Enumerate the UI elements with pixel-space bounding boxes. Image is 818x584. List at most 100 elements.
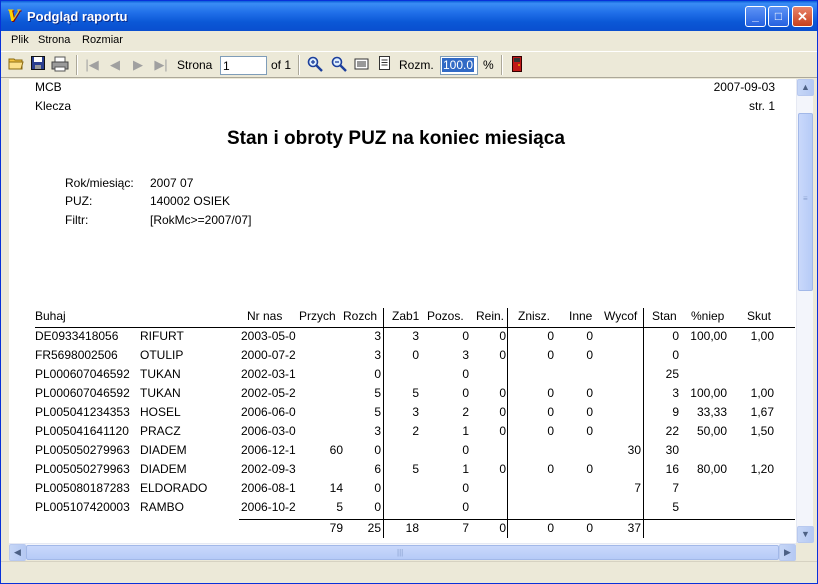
save-icon[interactable]	[29, 56, 47, 74]
table-cell: 0	[462, 367, 469, 381]
table-cell: 25	[665, 367, 679, 381]
table-cell: OTULIP	[140, 348, 184, 362]
company-name: MCB	[35, 80, 62, 94]
table-cell: PRACZ	[140, 424, 181, 438]
table-cell: 30	[665, 443, 679, 457]
table-cell: DE0933418056	[35, 329, 119, 343]
menu-bar: Plik Strona Rozmiar	[1, 31, 817, 50]
toolbar: |◀ ◀ ▶ ▶| Strona of 1 Rozm. 100.0 %	[1, 51, 817, 78]
header-underline	[35, 327, 795, 328]
table-cell: RIFURT	[140, 329, 184, 343]
whole-page-icon[interactable]	[376, 56, 394, 74]
column-header: %niep	[691, 309, 725, 323]
column-header: Zab1	[392, 309, 420, 323]
app-logo-icon: V	[7, 6, 20, 25]
table-cell: 2003-05-0	[241, 329, 296, 343]
menu-strona[interactable]: Strona	[38, 34, 70, 46]
status-bar	[1, 561, 817, 583]
column-header: Nr nas	[247, 309, 283, 323]
table-cell: 0	[374, 443, 381, 457]
column-header: Skut	[747, 309, 772, 323]
scroll-up-icon[interactable]: ▲	[797, 79, 814, 96]
page-number-input[interactable]	[220, 56, 267, 75]
table-cell: HOSEL	[140, 405, 181, 419]
table-cell: 0	[462, 443, 469, 457]
table-cell: RAMBO	[140, 500, 185, 514]
table-cell: 0	[374, 481, 381, 495]
table-cell: 1,00	[750, 329, 774, 343]
toolbar-separator	[501, 55, 503, 75]
table-cell: ELDORADO	[140, 481, 208, 495]
table-cell: TUKAN	[140, 386, 181, 400]
table-cell: 2006-03-0	[241, 424, 296, 438]
table-cell: 0	[586, 405, 593, 419]
toolbar-separator	[76, 55, 78, 75]
table-cell: PL005050279963	[35, 462, 130, 476]
param-label: Rok/miesiąc:	[65, 176, 134, 190]
scroll-down-icon[interactable]: ▼	[797, 526, 814, 543]
close-button[interactable]: ✕	[792, 6, 813, 27]
page-indicator: str. 1	[748, 99, 775, 113]
table-cell: PL005041234353	[35, 405, 130, 419]
table-cell: 5	[672, 500, 679, 514]
prev-page-icon[interactable]: ◀	[106, 56, 124, 74]
window-title: Podgląd raportu	[27, 9, 128, 24]
table-cell: PL005041641120	[35, 424, 129, 438]
column-header: Buhaj	[35, 309, 66, 323]
table-cell: PL005080187283	[35, 481, 130, 495]
scroll-left-icon[interactable]: ◀	[9, 544, 26, 561]
column-header: Przych	[299, 309, 336, 323]
grip-icon: |||	[397, 548, 404, 557]
page-label: Strona	[177, 58, 213, 72]
minimize-button[interactable]: _	[745, 6, 766, 27]
table-cell: 2006-06-0	[241, 405, 296, 419]
last-page-icon[interactable]: ▶|	[152, 56, 170, 74]
horizontal-scrollbar[interactable]: ◀ ||| ▶	[9, 543, 796, 561]
table-cell: 0	[586, 386, 593, 400]
column-header: Rozch	[343, 309, 378, 323]
zoom-input[interactable]: 100.0	[440, 56, 478, 75]
table-cell: 1,00	[750, 386, 774, 400]
open-folder-icon[interactable]	[7, 56, 25, 74]
column-header: Znisz.	[518, 309, 551, 323]
horizontal-scroll-thumb[interactable]: |||	[26, 545, 779, 560]
menu-plik[interactable]: Plik	[11, 34, 29, 46]
table-cell: PL005050279963	[35, 443, 130, 457]
column-header: Rein.	[476, 309, 505, 323]
report-date: 2007-09-03	[713, 80, 775, 94]
percent-label: %	[483, 58, 494, 72]
page-width-icon[interactable]	[353, 56, 371, 74]
table-cell: 1,67	[750, 405, 774, 419]
exit-door-icon[interactable]	[508, 56, 526, 74]
menu-rozmiar[interactable]: Rozmiar	[82, 34, 123, 46]
first-page-icon[interactable]: |◀	[83, 56, 101, 74]
table-cell: 0	[586, 329, 593, 343]
zoom-out-icon[interactable]	[330, 56, 348, 74]
next-page-icon[interactable]: ▶	[129, 56, 147, 74]
vertical-scrollbar[interactable]: ▲ ≡ ▼	[796, 79, 814, 543]
print-icon[interactable]	[51, 56, 69, 74]
column-header: Stan	[652, 309, 677, 323]
preview-window: V Podgląd raportu _ □ ✕ Plik Strona Rozm…	[0, 0, 818, 584]
table-cell: 0	[462, 481, 469, 495]
report-page: MCB 2007-09-03 Klecza str. 1 Stan i obro…	[9, 79, 796, 543]
title-bar[interactable]: V Podgląd raportu _ □ ✕	[1, 1, 817, 31]
scroll-right-icon[interactable]: ▶	[779, 544, 796, 561]
param-label: Filtr:	[65, 213, 89, 227]
table-cell: 2000-07-2	[241, 348, 296, 362]
param-label: PUZ:	[65, 194, 93, 208]
column-header: Pozos.	[427, 309, 464, 323]
totals-line	[239, 519, 795, 520]
table-cell: 0	[374, 367, 381, 381]
grip-icon: ≡	[803, 194, 808, 203]
table-cell: TUKAN	[140, 367, 181, 381]
table-cell: 0	[374, 500, 381, 514]
table-cell: DIADEM	[140, 462, 187, 476]
table-cell: DIADEM	[140, 443, 187, 457]
maximize-button[interactable]: □	[768, 6, 789, 27]
zoom-in-icon[interactable]	[306, 56, 324, 74]
page-count-label: of 1	[271, 58, 292, 72]
toolbar-separator	[298, 55, 300, 75]
param-value: 140002 OSIEK	[150, 194, 231, 208]
vertical-scroll-thumb[interactable]: ≡	[798, 113, 813, 291]
